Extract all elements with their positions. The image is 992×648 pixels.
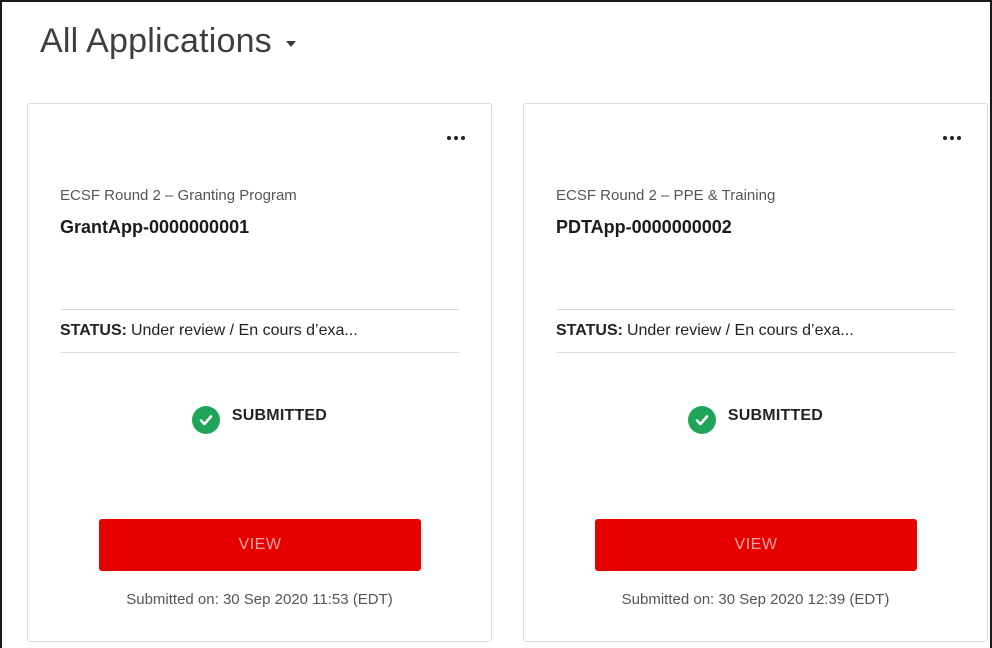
status-row: STATUS: Under review / En cours d’exa... — [556, 309, 956, 353]
status-label: STATUS: — [60, 322, 127, 339]
caret-down-icon[interactable] — [285, 40, 296, 47]
more-actions-icon[interactable] — [445, 132, 467, 144]
submitted-text: SUBMITTED — [231, 407, 328, 424]
dot-icon — [454, 136, 458, 140]
application-card: ECSF Round 2 – Granting Program GrantApp… — [27, 103, 492, 642]
status-label: STATUS: — [556, 322, 623, 339]
dot-icon — [943, 136, 947, 140]
check-circle-icon — [687, 406, 716, 434]
check-circle-icon — [191, 406, 220, 434]
status-value: Under review / En cours d’exa... — [130, 322, 358, 339]
submitted-on-date: Submitted on: 30 Sep 2020 11:53 (EDT) — [126, 591, 393, 608]
dot-icon — [950, 136, 954, 140]
dot-icon — [461, 136, 465, 140]
status-value: Under review / En cours d’exa... — [626, 322, 854, 339]
dot-icon — [447, 136, 451, 140]
submitted-badge: SUBMITTED — [28, 398, 491, 434]
application-card: ECSF Round 2 – PPE & Training PDTApp-000… — [523, 103, 988, 642]
submitted-badge: SUBMITTED — [524, 398, 987, 434]
application-id: PDTApp-0000000002 — [556, 217, 732, 237]
application-id: GrantApp-0000000001 — [60, 217, 250, 237]
page-title: All Applications — [40, 22, 272, 60]
submitted-text: SUBMITTED — [727, 407, 824, 424]
page-frame: All Applications ECSF Round 2 – Granting… — [0, 0, 992, 648]
submitted-on-date: Submitted on: 30 Sep 2020 12:39 (EDT) — [621, 591, 890, 608]
view-button[interactable]: VIEW — [99, 519, 421, 571]
status-row: STATUS: Under review / En cours d’exa... — [60, 309, 460, 353]
program-name: ECSF Round 2 – Granting Program — [60, 187, 297, 204]
applications-filter-dropdown[interactable]: All Applications — [40, 22, 296, 61]
program-name: ECSF Round 2 – PPE & Training — [556, 187, 776, 204]
dot-icon — [957, 136, 961, 140]
more-actions-icon[interactable] — [941, 132, 963, 144]
view-button[interactable]: VIEW — [595, 519, 917, 571]
